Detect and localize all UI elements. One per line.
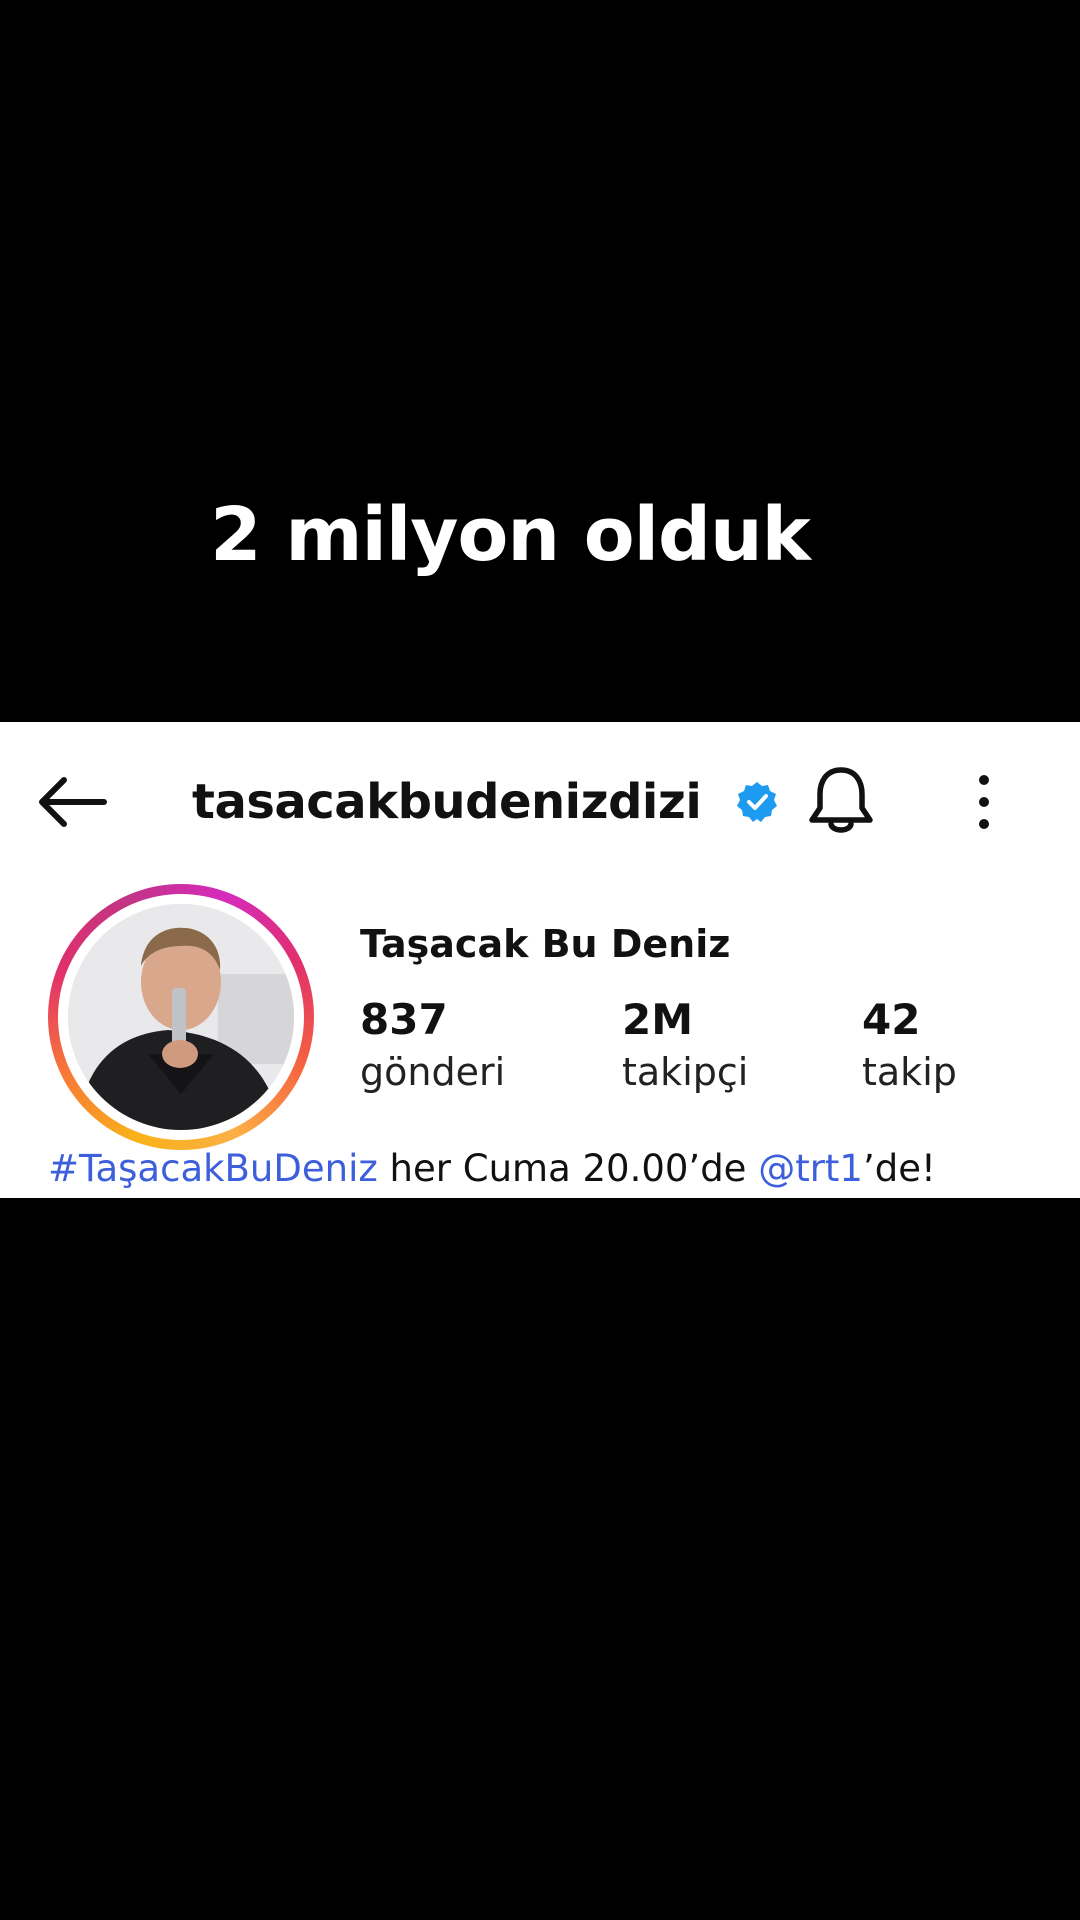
story-ring[interactable] [48, 884, 314, 1150]
following-stat[interactable]: 42 takip [862, 994, 957, 1098]
posts-label: gönderi [360, 1050, 506, 1094]
more-vertical-icon [979, 775, 989, 829]
username-row: tasacakbudenizdizi [192, 764, 779, 840]
followers-label: takipçi [622, 1050, 749, 1094]
profile-username: tasacakbudenizdizi [192, 774, 702, 830]
profile-header: tasacakbudenizdizi [0, 722, 1080, 882]
bio-hashtag-link[interactable]: #TaşacakBuDeniz [48, 1147, 378, 1190]
bio-mention-link[interactable]: @trt1 [758, 1147, 863, 1190]
profile-card: tasacakbudenizdizi Taşacak Bu Deniz 837 … [0, 722, 1080, 1198]
video-frame: 2 milyon olduk tasacakbudenizdizi Taşaca… [0, 0, 1080, 1920]
following-count: 42 [862, 995, 921, 1044]
more-options-button[interactable] [958, 770, 1010, 834]
bio-text: her Cuma 20.00’de [377, 1147, 759, 1190]
followers-count: 2M [622, 995, 694, 1044]
video-caption: 2 milyon olduk [210, 492, 811, 578]
profile-photo [68, 904, 294, 1130]
back-button[interactable] [34, 770, 110, 834]
avatar [68, 904, 294, 1130]
profile-bio: #TaşacakBuDeniz her Cuma 20.00’de @trt1’… [48, 1144, 936, 1194]
bell-icon [809, 767, 873, 833]
posts-stat[interactable]: 837 gönderi [360, 994, 505, 1098]
posts-count: 837 [360, 995, 448, 1044]
followers-stat[interactable]: 2M takipçi [622, 994, 748, 1098]
bio-text-end: ’de! [862, 1147, 936, 1190]
following-label: takip [862, 1050, 957, 1094]
arrow-left-icon [39, 777, 107, 827]
notifications-button[interactable] [806, 764, 876, 838]
verified-badge-icon [737, 782, 778, 822]
profile-display-name: Taşacak Bu Deniz [360, 922, 731, 966]
